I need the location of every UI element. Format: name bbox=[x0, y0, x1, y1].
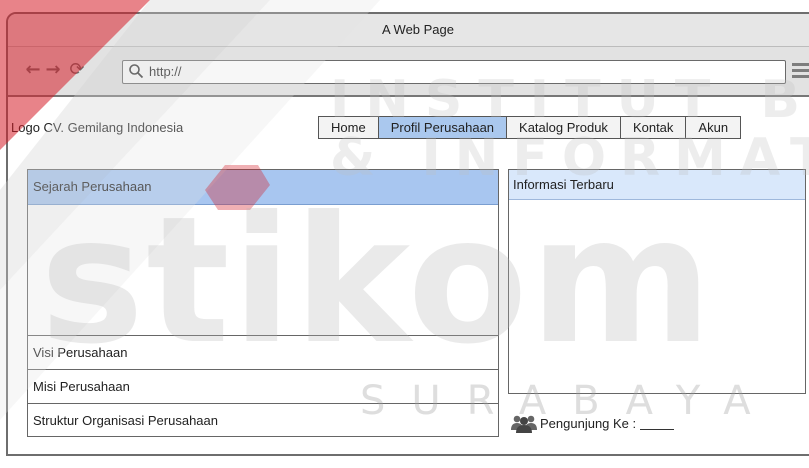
window-title: A Web Page bbox=[8, 14, 809, 47]
sejarah-perusahaan-header[interactable]: Sejarah Perusahaan bbox=[28, 170, 498, 205]
browser-toolbar: ← → ⟳ http:// bbox=[8, 47, 809, 97]
nav-tab-akun[interactable]: Akun bbox=[686, 116, 742, 139]
visitor-count-blank bbox=[640, 417, 675, 430]
main-navigation: Home Profil Perusahaan Katalog Produk Ko… bbox=[318, 116, 742, 139]
sejarah-content-area bbox=[28, 205, 498, 336]
users-icon bbox=[511, 415, 537, 433]
back-arrow-icon[interactable]: ← bbox=[24, 61, 42, 79]
nav-tab-katalog-produk[interactable]: Katalog Produk bbox=[507, 116, 621, 139]
hamburger-menu-icon[interactable] bbox=[792, 63, 809, 78]
reload-icon[interactable]: ⟳ bbox=[68, 61, 86, 79]
url-text[interactable]: http:// bbox=[149, 64, 182, 79]
visi-perusahaan-item[interactable]: Visi Perusahaan bbox=[28, 336, 498, 370]
misi-perusahaan-item[interactable]: Misi Perusahaan bbox=[28, 370, 498, 404]
informasi-terbaru-header: Informasi Terbaru bbox=[509, 170, 805, 200]
struktur-organisasi-item[interactable]: Struktur Organisasi Perusahaan bbox=[28, 404, 498, 437]
search-icon bbox=[129, 64, 144, 79]
nav-tab-home[interactable]: Home bbox=[318, 116, 379, 139]
latest-info-panel: Informasi Terbaru bbox=[508, 169, 806, 394]
address-bar[interactable]: http:// bbox=[122, 60, 786, 84]
visitor-counter: Pengunjung Ke : bbox=[510, 412, 675, 434]
visitor-label: Pengunjung Ke : bbox=[540, 415, 637, 431]
company-logo[interactable]: Logo CV. Gemilang Indonesia bbox=[11, 120, 183, 135]
company-profile-panel: Sejarah Perusahaan Visi Perusahaan Misi … bbox=[27, 169, 499, 437]
nav-tab-kontak[interactable]: Kontak bbox=[620, 116, 687, 139]
forward-arrow-icon[interactable]: → bbox=[44, 61, 62, 79]
nav-tab-profil-perusahaan[interactable]: Profil Perusahaan bbox=[378, 116, 508, 139]
